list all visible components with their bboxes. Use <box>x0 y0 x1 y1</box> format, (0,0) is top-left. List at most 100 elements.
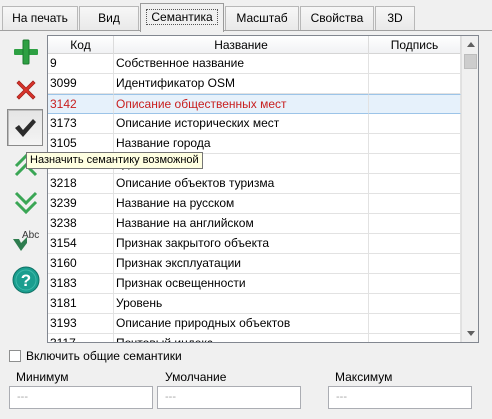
min-field[interactable]: --- <box>9 386 153 409</box>
cell-name: Собственное название <box>114 54 369 74</box>
delete-x-icon <box>16 80 36 100</box>
cell-name: Уровень <box>114 294 369 314</box>
cell-name: Название на английском <box>114 214 369 234</box>
table-row[interactable]: 3099 Идентификатор OSM <box>48 74 461 94</box>
svg-text:?: ? <box>21 271 31 290</box>
table-body: 9 Собственное название 3099 Идентификатор O… <box>48 54 461 342</box>
cell-caption <box>369 114 461 134</box>
cell-name: Описание природных объектов <box>114 314 369 334</box>
semantics-table: Код Название Подпись 9 Собственное назван… <box>47 35 479 343</box>
table-row[interactable]: 3105 Название города <box>48 134 461 154</box>
cell-code: 9 <box>48 54 114 74</box>
scroll-thumb[interactable] <box>464 54 477 69</box>
add-semantic-button[interactable] <box>9 36 43 68</box>
cell-name: Описание исторических мест <box>114 114 369 134</box>
cell-caption <box>369 174 461 194</box>
tab-bar: На печать Вид Семантика Масштаб Свойства… <box>0 0 492 32</box>
cell-caption <box>369 254 461 274</box>
tab-view[interactable]: Вид <box>79 6 139 30</box>
table-row[interactable]: 3238 Название на английском <box>48 214 461 234</box>
tab-properties[interactable]: Свойства <box>300 6 374 30</box>
column-header-caption[interactable]: Подпись <box>369 36 461 54</box>
default-label: Умолчание <box>165 370 227 384</box>
tab-3d[interactable]: 3D <box>375 6 415 30</box>
chevron-down-double-icon <box>14 191 38 215</box>
table-row[interactable]: 3181 Уровень <box>48 294 461 314</box>
cell-name: Описание общественных мест <box>114 94 369 114</box>
cell-caption <box>369 274 461 294</box>
cell-code: 3218 <box>48 174 114 194</box>
cell-name: Признак закрытого объекта <box>114 234 369 254</box>
cell-name: Название города <box>114 134 369 154</box>
cell-caption <box>369 314 461 334</box>
cell-code: 3173 <box>48 114 114 134</box>
column-header-name[interactable]: Название <box>114 36 369 54</box>
table-row[interactable]: 9 Собственное название <box>48 54 461 74</box>
help-button[interactable]: ? <box>9 264 43 296</box>
cell-code: 3142 <box>48 94 114 114</box>
include-common-checkbox-row[interactable]: Включить общие семантики <box>9 349 182 363</box>
table-row[interactable]: 3218 Описание объектов туризма <box>48 174 461 194</box>
table-row[interactable]: 3193 Описание природных объектов <box>48 314 461 334</box>
cell-caption <box>369 74 461 94</box>
cell-code: 3154 <box>48 234 114 254</box>
scroll-down-arrow[interactable] <box>462 325 478 342</box>
plus-icon <box>14 39 38 65</box>
help-icon: ? <box>12 266 40 294</box>
cell-code: 3193 <box>48 314 114 334</box>
move-down-button[interactable] <box>9 186 43 218</box>
cell-code: 3239 <box>48 194 114 214</box>
default-field[interactable]: --- <box>157 386 301 409</box>
cell-name: Признак эксплуатации <box>114 254 369 274</box>
triangle-up-icon <box>466 42 475 47</box>
max-label: Максимум <box>335 370 393 384</box>
caption-abc-button[interactable]: Abc <box>9 224 43 256</box>
tab-print[interactable]: На печать <box>2 6 78 30</box>
table-row[interactable]: 3239 Название на русском <box>48 194 461 214</box>
spellcheck-icon: Abc <box>13 230 39 251</box>
delete-semantic-button[interactable] <box>9 74 43 106</box>
cell-code: 3117 <box>48 334 114 342</box>
cell-caption <box>369 334 461 342</box>
table-row[interactable]: 3183 Признак освещенности <box>48 274 461 294</box>
cell-name: Почтовый индекс <box>114 334 369 342</box>
semantics-panel: На печать Вид Семантика Масштаб Свойства… <box>0 0 492 419</box>
cell-name: Название на русском <box>114 194 369 214</box>
cell-caption <box>369 234 461 254</box>
tab-scale[interactable]: Масштаб <box>225 6 299 30</box>
column-header-code[interactable]: Код <box>48 36 114 54</box>
include-common-label: Включить общие семантики <box>26 349 182 363</box>
cell-caption <box>369 214 461 234</box>
include-common-checkbox[interactable] <box>9 350 21 362</box>
table-row[interactable]: 3142 Описание общественных мест <box>48 94 461 114</box>
tooltip: Назначить семантику возможной <box>26 152 203 169</box>
table-row[interactable]: 3160 Признак эксплуатации <box>48 254 461 274</box>
cell-caption <box>369 154 461 174</box>
assign-possible-button[interactable] <box>7 109 43 146</box>
cell-code: 3099 <box>48 74 114 94</box>
cell-code: 3181 <box>48 294 114 314</box>
cell-name: Описание объектов туризма <box>114 174 369 194</box>
tab-semantics[interactable]: Семантика <box>140 3 224 32</box>
cell-code: 3238 <box>48 214 114 234</box>
cell-code: 3183 <box>48 274 114 294</box>
cell-caption <box>369 194 461 214</box>
min-label: Минимум <box>16 370 69 384</box>
table-vertical-scrollbar[interactable] <box>461 36 478 342</box>
table-header: Код Название Подпись <box>48 36 461 54</box>
cell-caption <box>369 294 461 314</box>
cell-code: 3160 <box>48 254 114 274</box>
table-row[interactable]: 3154 Признак закрытого объекта <box>48 234 461 254</box>
cell-name: Идентификатор OSM <box>114 74 369 94</box>
svg-text:Abc: Abc <box>22 230 39 241</box>
cell-name: Признак освещенности <box>114 274 369 294</box>
table-row[interactable]: 3173 Описание исторических мест <box>48 114 461 134</box>
cell-caption <box>369 94 461 114</box>
triangle-down-icon <box>466 331 475 336</box>
cell-code: 3105 <box>48 134 114 154</box>
checkmark-icon <box>15 118 36 137</box>
table-row[interactable]: 3117 Почтовый индекс <box>48 334 461 342</box>
scroll-up-arrow[interactable] <box>462 36 478 53</box>
max-field[interactable]: --- <box>328 386 472 409</box>
cell-caption <box>369 54 461 74</box>
